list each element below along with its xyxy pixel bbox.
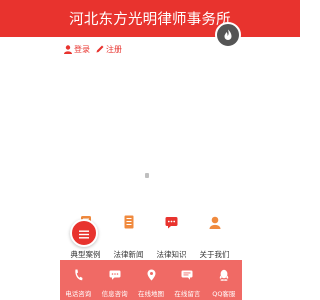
login-link[interactable]: 登录	[64, 44, 90, 55]
footer-item-phone[interactable]: 电话咨询	[60, 260, 96, 300]
person-icon	[209, 211, 221, 233]
footer-item-comment[interactable]: 在线留言	[169, 260, 205, 300]
footer-label: 电话咨询	[65, 290, 92, 298]
page-title: 河北东方光明律师事务所	[69, 12, 231, 28]
comment-icon	[181, 267, 193, 283]
hamburger-icon	[79, 224, 89, 243]
footer-item-qq[interactable]: QQ客服	[206, 260, 242, 300]
footer-item-map[interactable]: 在线地图	[133, 260, 169, 300]
loading-indicator	[145, 173, 149, 178]
nav-label: 典型案例	[70, 250, 101, 259]
qq-icon	[219, 267, 229, 283]
user-icon	[64, 44, 72, 54]
message-icon	[109, 267, 121, 283]
logo-badge[interactable]	[215, 22, 241, 48]
nav-item-knowledge[interactable]: 法律知识	[150, 208, 193, 260]
register-link[interactable]: 注册	[96, 44, 122, 55]
footer-label: QQ客服	[212, 290, 236, 298]
flame-icon	[223, 26, 233, 45]
chat-bubble-icon	[165, 211, 178, 233]
bottom-toolbar: 电话咨询 信息咨询 在线地图 在线留言 QQ客服	[60, 260, 242, 300]
footer-label: 信息咨询	[101, 290, 128, 298]
footer-label: 在线留言	[174, 290, 201, 298]
phone-icon	[74, 267, 83, 283]
map-pin-icon	[147, 267, 156, 283]
pencil-icon	[96, 45, 104, 54]
login-label: 登录	[74, 44, 90, 54]
auth-links: 登录 注册	[64, 42, 122, 56]
register-label: 注册	[106, 44, 122, 54]
footer-item-message[interactable]: 信息咨询	[96, 260, 132, 300]
nav-item-news[interactable]: 法律新闻	[107, 208, 150, 260]
page-header: 河北东方光明律师事务所	[0, 0, 300, 37]
nav-label: 法律知识	[156, 250, 187, 259]
footer-label: 在线地图	[138, 290, 165, 298]
nav-item-about[interactable]: 关于我们	[193, 208, 236, 260]
nav-label: 关于我们	[199, 250, 230, 259]
nav-label: 法律新闻	[113, 250, 144, 259]
document-icon	[123, 211, 135, 233]
menu-button[interactable]	[70, 219, 98, 247]
